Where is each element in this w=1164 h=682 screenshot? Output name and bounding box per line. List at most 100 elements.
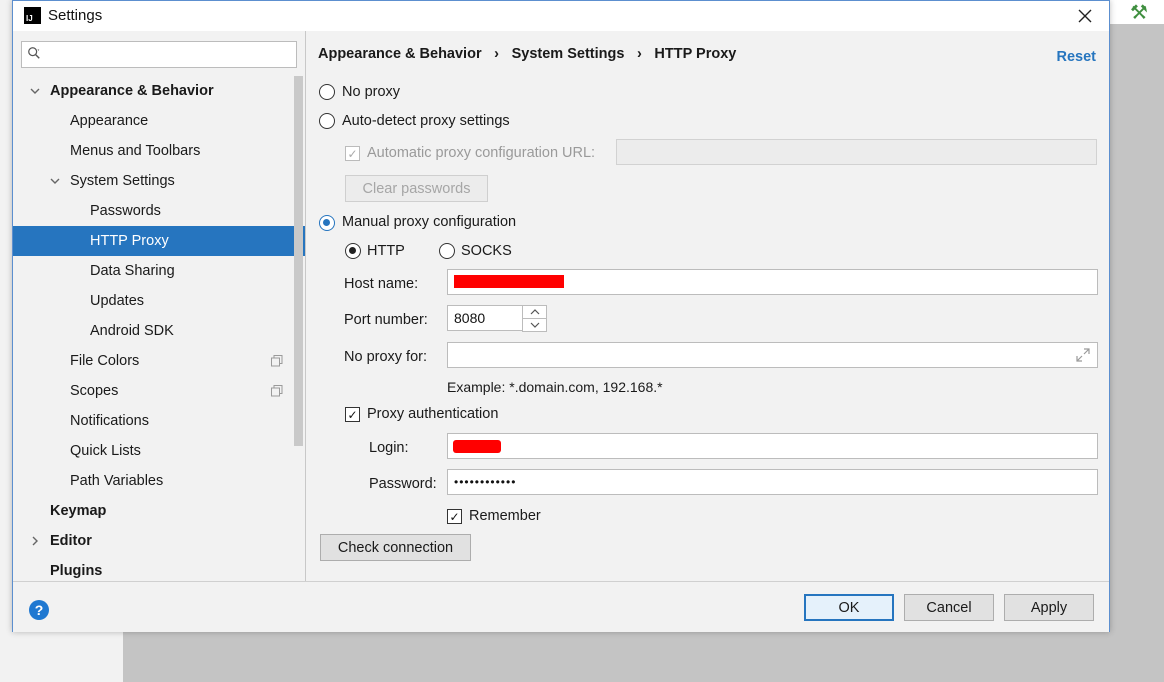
breadcrumb: Appearance & Behavior › System Settings … <box>318 46 736 62</box>
no-proxy-example-hint: Example: *.domain.com, 192.168.* <box>447 379 663 395</box>
build-hammer-icon[interactable]: ⚒ <box>1130 0 1148 25</box>
settings-tree-panel: Appearance & Behavior Appearance Menus a… <box>13 31 305 581</box>
tree-item-appearance[interactable]: Appearance <box>13 106 305 136</box>
expand-icon[interactable] <box>1075 347 1091 363</box>
settings-dialog: IJ Settings Appearance & Behavior Appear… <box>12 0 1110 632</box>
tree-label: File Colors <box>70 353 140 369</box>
no-proxy-for-label: No proxy for: <box>344 349 427 365</box>
tree-label: Keymap <box>50 503 107 519</box>
http-proxy-settings-panel: Appearance & Behavior › System Settings … <box>306 31 1109 581</box>
login-label: Login: <box>369 440 409 456</box>
tree-label: Updates <box>90 293 145 309</box>
tree-label: Menus and Toolbars <box>70 143 201 159</box>
breadcrumb-item: Appearance & Behavior <box>318 46 482 62</box>
check-connection-button[interactable]: Check connection <box>320 534 471 561</box>
project-scope-icon <box>271 385 283 397</box>
auto-config-url-checkbox[interactable]: ✓ <box>345 146 360 161</box>
proxy-authentication-label[interactable]: Proxy authentication <box>367 406 498 422</box>
tree-item-system-settings[interactable]: System Settings <box>13 166 305 196</box>
chevron-right-icon[interactable] <box>30 536 40 546</box>
manual-proxy-radio[interactable] <box>319 215 335 231</box>
tree-item-passwords[interactable]: Passwords <box>13 196 305 226</box>
close-button[interactable] <box>1065 1 1105 31</box>
port-decrement-button[interactable] <box>523 319 546 331</box>
http-label[interactable]: HTTP <box>367 243 405 259</box>
tree-label: Appearance <box>70 113 149 129</box>
no-proxy-for-input[interactable] <box>447 342 1098 368</box>
no-proxy-radio[interactable] <box>319 84 335 100</box>
tree-label: Path Variables <box>70 473 164 489</box>
breadcrumb-separator: › <box>494 46 500 62</box>
tree-item-notifications[interactable]: Notifications <box>13 406 305 436</box>
tree-item-menus-toolbars[interactable]: Menus and Toolbars <box>13 136 305 166</box>
remember-checkbox[interactable]: ✓ <box>447 509 462 524</box>
close-icon <box>1078 9 1092 23</box>
proxy-authentication-checkbox[interactable]: ✓ <box>345 407 360 422</box>
remember-label[interactable]: Remember <box>469 508 541 524</box>
tree-item-path-variables[interactable]: Path Variables <box>13 466 305 496</box>
search-input[interactable] <box>46 45 286 64</box>
intellij-app-icon: IJ <box>24 7 41 24</box>
password-input[interactable] <box>447 469 1098 495</box>
port-number-label: Port number: <box>344 312 428 328</box>
window-title: Settings <box>48 7 103 24</box>
auto-detect-radio[interactable] <box>319 113 335 129</box>
ok-button[interactable]: OK <box>804 594 894 621</box>
tree-item-http-proxy[interactable]: HTTP Proxy <box>13 226 305 256</box>
auto-config-url-label: Automatic proxy configuration URL: <box>367 145 596 161</box>
chevron-down-icon[interactable] <box>30 86 40 96</box>
tree-label: Plugins <box>50 563 103 579</box>
host-name-label: Host name: <box>344 276 419 292</box>
tree-label: Android SDK <box>90 323 174 339</box>
socks-label[interactable]: SOCKS <box>461 243 512 259</box>
search-icon <box>28 47 40 59</box>
manual-proxy-label[interactable]: Manual proxy configuration <box>342 214 516 230</box>
auto-detect-label[interactable]: Auto-detect proxy settings <box>342 113 510 129</box>
tree-item-data-sharing[interactable]: Data Sharing <box>13 256 305 286</box>
chevron-up-icon <box>530 309 539 315</box>
clear-passwords-button[interactable]: Clear passwords <box>345 175 488 202</box>
dialog-footer: ? OK Cancel Apply <box>13 581 1109 632</box>
tree-item-plugins[interactable]: Plugins <box>13 556 305 581</box>
password-label: Password: <box>369 476 437 492</box>
login-input[interactable] <box>447 433 1098 459</box>
tree-item-editor[interactable]: Editor <box>13 526 305 556</box>
tree-item-keymap[interactable]: Keymap <box>13 496 305 526</box>
tree-label: Quick Lists <box>70 443 141 459</box>
help-icon[interactable]: ? <box>29 600 49 620</box>
background-desktop <box>123 632 1164 682</box>
chevron-down-icon[interactable] <box>50 176 60 186</box>
tree-item-file-colors[interactable]: File Colors <box>13 346 305 376</box>
breadcrumb-separator: › <box>637 46 642 62</box>
tree-label: HTTP Proxy <box>90 233 169 249</box>
chevron-down-icon <box>530 322 539 328</box>
port-stepper[interactable] <box>522 305 547 332</box>
search-box[interactable] <box>21 41 297 68</box>
tree-scrollbar[interactable] <box>294 76 303 446</box>
socks-radio[interactable] <box>439 243 455 259</box>
tree-label: Editor <box>50 533 92 549</box>
tree-item-scopes[interactable]: Scopes <box>13 376 305 406</box>
auto-config-url-input[interactable] <box>616 139 1097 165</box>
tree-label: Scopes <box>70 383 119 399</box>
reset-link[interactable]: Reset <box>1057 49 1097 65</box>
tree-label: System Settings <box>70 173 175 189</box>
port-increment-button[interactable] <box>523 306 546 319</box>
breadcrumb-item: System Settings <box>511 46 625 62</box>
tree-label: Appearance & Behavior <box>50 83 214 99</box>
tree-item-updates[interactable]: Updates <box>13 286 305 316</box>
tree-item-android-sdk[interactable]: Android SDK <box>13 316 305 346</box>
no-proxy-label[interactable]: No proxy <box>342 84 400 100</box>
tree-label: Passwords <box>90 203 161 219</box>
tree-item-appearance-behavior[interactable]: Appearance & Behavior <box>13 76 305 106</box>
tree-label: Data Sharing <box>90 263 175 279</box>
redaction-mark <box>453 440 501 453</box>
tree-label: Notifications <box>70 413 149 429</box>
cancel-button[interactable]: Cancel <box>904 594 994 621</box>
apply-button[interactable]: Apply <box>1004 594 1094 621</box>
http-radio[interactable] <box>345 243 361 259</box>
tree-item-quick-lists[interactable]: Quick Lists <box>13 436 305 466</box>
project-scope-icon <box>271 355 283 367</box>
port-number-input[interactable] <box>447 305 523 331</box>
redaction-mark <box>454 275 564 288</box>
